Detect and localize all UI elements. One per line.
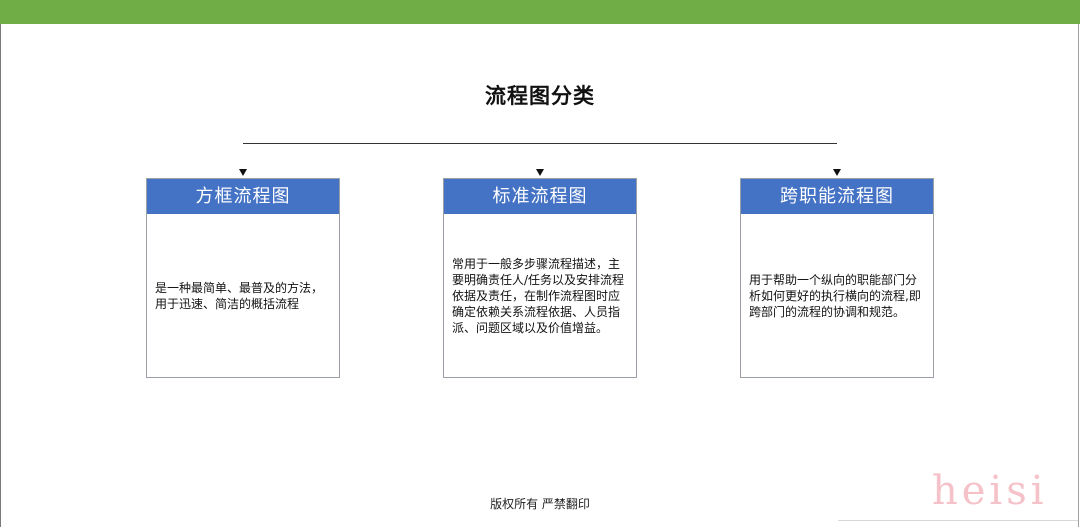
- copyright-notice: 版权所有 严禁翻印: [490, 497, 590, 511]
- arrow-down-icon: [536, 169, 544, 176]
- arrow-down-icon: [239, 169, 247, 176]
- card-box-flowchart: 方框流程图 是一种最简单、最普及的方法，用于迅速、简洁的概括流程: [146, 178, 340, 378]
- branch-connector-line: [243, 143, 837, 144]
- diagram-title: 流程图分类: [485, 84, 595, 108]
- card-description: 常用于一般多步骤流程描述，主要明确责任人/任务以及安排流程依据及责任，在制作流程…: [452, 214, 630, 377]
- card-heading: 方框流程图: [147, 179, 339, 214]
- card-text: 常用于一般多步骤流程描述，主要明确责任人/任务以及安排流程依据及责任，在制作流程…: [452, 256, 625, 335]
- card-description: 用于帮助一个纵向的职能部门分析如何更好的执行横向的流程,即跨部门的流程的协调和规…: [749, 214, 927, 377]
- arrow-down-icon: [833, 169, 841, 176]
- bottom-divider: [838, 520, 1078, 521]
- card-standard-flowchart: 标准流程图 常用于一般多步骤流程描述，主要明确责任人/任务以及安排流程依据及责任…: [443, 178, 637, 378]
- card-cross-functional-flowchart: 跨职能流程图 用于帮助一个纵向的职能部门分析如何更好的执行横向的流程,即跨部门的…: [740, 178, 934, 378]
- top-accent-bar: [0, 0, 1080, 24]
- card-heading: 跨职能流程图: [741, 179, 933, 214]
- card-description: 是一种最简单、最普及的方法，用于迅速、简洁的概括流程: [155, 214, 333, 377]
- card-heading: 标准流程图: [444, 179, 636, 214]
- card-text: 是一种最简单、最普及的方法，用于迅速、简洁的概括流程: [155, 280, 324, 311]
- watermark: heisi: [932, 468, 1048, 514]
- card-text: 用于帮助一个纵向的职能部门分析如何更好的执行横向的流程,即跨部门的流程的协调和规…: [749, 272, 921, 319]
